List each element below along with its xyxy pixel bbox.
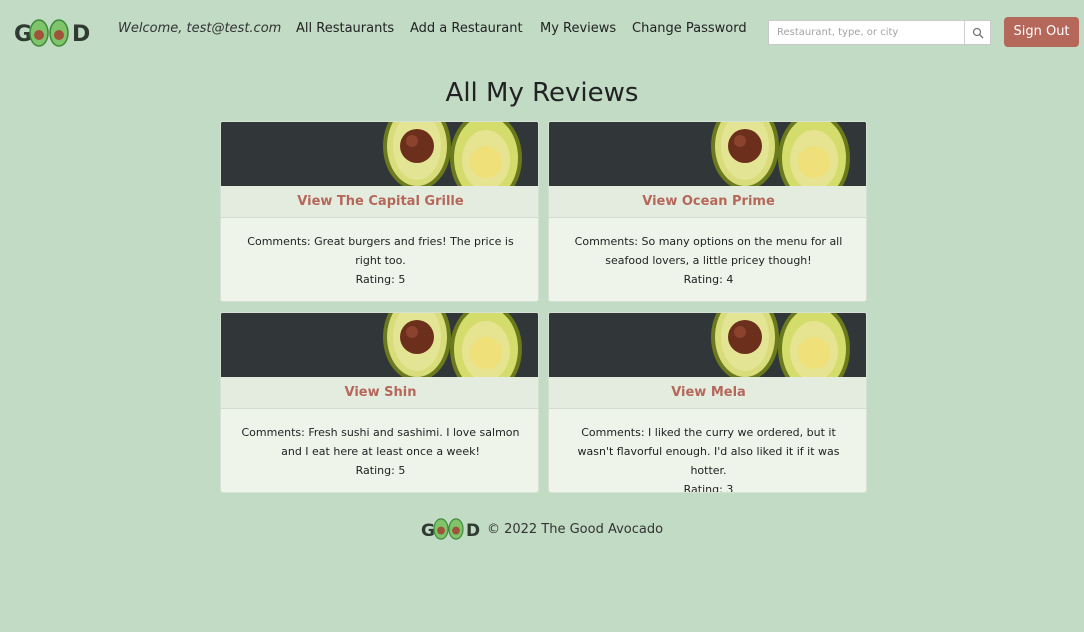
svg-text:D: D <box>72 22 90 47</box>
nav-all-restaurants[interactable]: All Restaurants <box>296 21 394 36</box>
review-body: Comments: Great burgers and fries! The p… <box>221 232 538 289</box>
nav-my-reviews[interactable]: My Reviews <box>540 21 616 36</box>
review-comments: Comments: I liked the curry we ordered, … <box>577 426 840 477</box>
page-title: All My Reviews <box>445 78 639 108</box>
review-rating: Rating: 4 <box>683 273 734 286</box>
review-card: View Mela Comments: I liked the curry we… <box>548 312 867 493</box>
welcome-text: Welcome, test@test.com <box>118 21 282 36</box>
avocado-logo-icon: G D <box>14 19 90 47</box>
avocado-logo-icon: G D <box>421 518 480 541</box>
avocado-image <box>549 122 866 186</box>
review-comments: Comments: So many options on the menu fo… <box>574 235 843 267</box>
avocado-image <box>549 313 866 377</box>
review-comments: Comments: Great burgers and fries! The p… <box>247 235 514 267</box>
review-comments: Comments: Fresh sushi and sashimi. I lov… <box>241 426 520 458</box>
review-body: Comments: So many options on the menu fo… <box>549 232 866 289</box>
review-card: View The Capital Grille Comments: Great … <box>220 121 539 302</box>
svg-text:G: G <box>421 521 435 541</box>
view-restaurant-link[interactable]: View Mela <box>549 377 866 409</box>
review-card: View Ocean Prime Comments: So many optio… <box>548 121 867 302</box>
review-rating: Rating: 5 <box>355 464 406 477</box>
logo[interactable]: G D <box>14 15 94 49</box>
view-restaurant-link[interactable]: View Shin <box>221 377 538 409</box>
copyright-text: © 2022 The Good Avocado <box>486 521 664 537</box>
view-restaurant-link[interactable]: View The Capital Grille <box>221 186 538 218</box>
search-input[interactable] <box>769 21 965 44</box>
avocado-image <box>221 313 538 377</box>
review-rating: Rating: 3 <box>683 483 734 493</box>
footer: G D © 2022 The Good Avocado <box>0 514 1084 544</box>
review-body: Comments: Fresh sushi and sashimi. I lov… <box>221 423 538 480</box>
view-restaurant-link[interactable]: View Ocean Prime <box>549 186 866 218</box>
avocado-image <box>221 122 538 186</box>
review-body: Comments: I liked the curry we ordered, … <box>549 423 866 493</box>
search-box <box>768 20 991 45</box>
review-rating: Rating: 5 <box>355 273 406 286</box>
search-icon <box>972 27 983 38</box>
review-card: View Shin Comments: Fresh sushi and sash… <box>220 312 539 493</box>
svg-text:D: D <box>466 521 480 541</box>
nav-change-password[interactable]: Change Password <box>632 21 747 36</box>
sign-out-button[interactable]: Sign Out <box>1004 17 1079 47</box>
navbar: G D Welcome, test@test.com All Restauran… <box>0 0 1084 64</box>
nav-add-restaurant[interactable]: Add a Restaurant <box>410 21 523 36</box>
search-button[interactable] <box>964 21 990 44</box>
